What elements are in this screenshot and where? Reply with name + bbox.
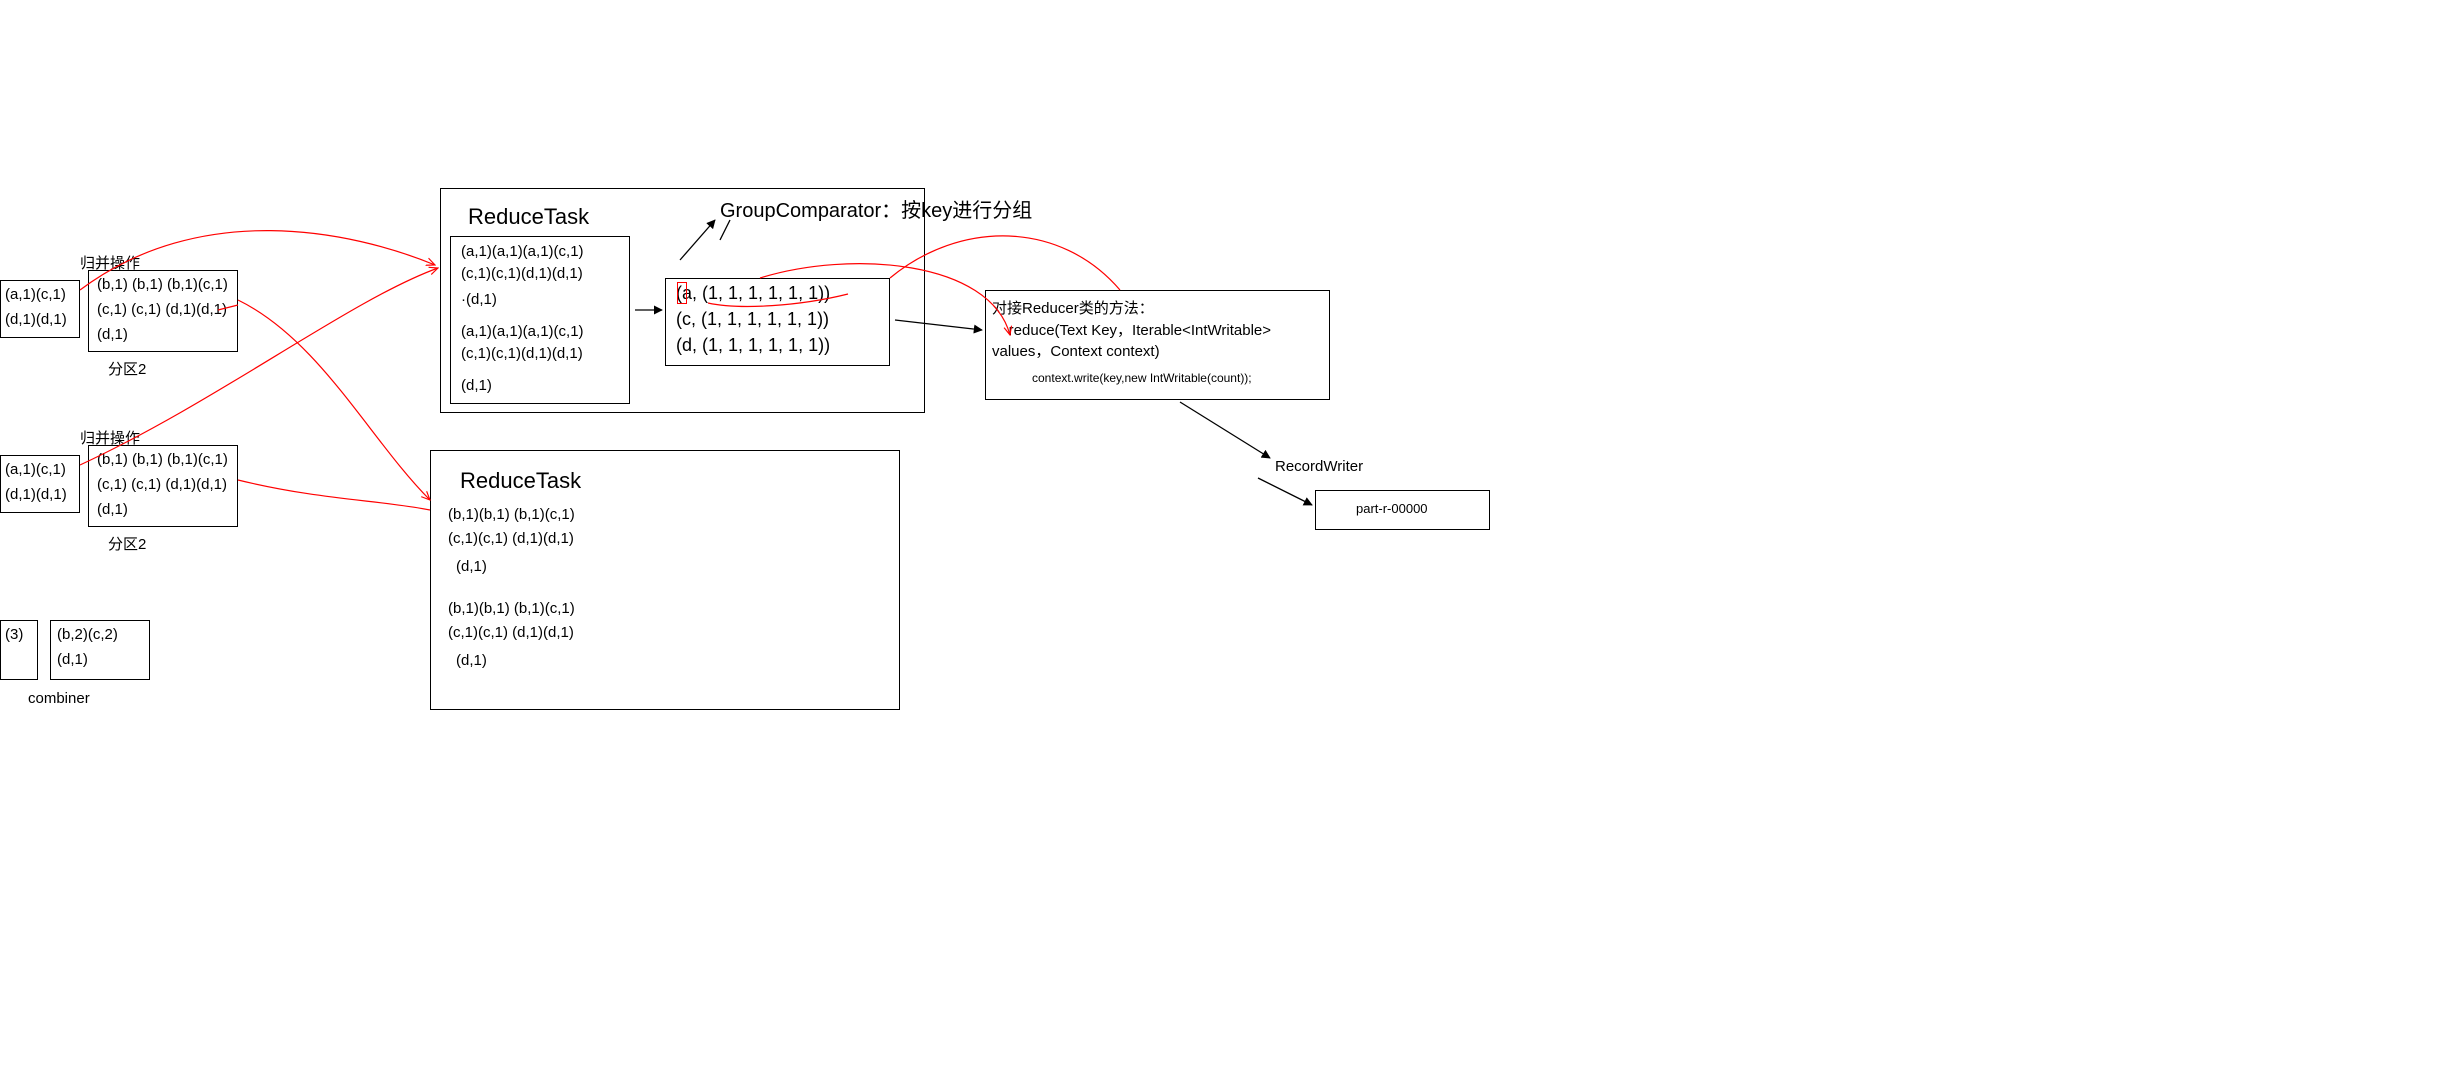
arrows-overlay	[0, 0, 2437, 1077]
arrow-reducermethod-to-recordwriter	[1180, 402, 1270, 458]
kv-text: (a,1)(c,1)	[5, 461, 66, 478]
partition2-box-right: (b,1) (b,1) (b,1)(c,1) (c,1) (c,1) (d,1)…	[88, 445, 238, 527]
group-row: (d, (1, 1, 1, 1, 1, 1))	[676, 335, 830, 356]
kv-text: (d,1)	[97, 326, 128, 343]
kv-text: (d,1)(d,1)	[5, 311, 67, 328]
kv-text: (c,1) (c,1) (d,1)(d,1)	[97, 476, 227, 493]
group-box: (a, (1, 1, 1, 1, 1, 1)) (c, (1, 1, 1, 1,…	[665, 278, 890, 366]
kv-text: (a,1)(a,1)(a,1)(c,1)	[461, 323, 584, 340]
group-row: (a, (1, 1, 1, 1, 1, 1))	[676, 283, 830, 304]
kv-text: (d,1)	[57, 651, 88, 668]
kv-box-left-2: (a,1)(c,1) (d,1)(d,1)	[0, 455, 80, 513]
kv-text: (b,2)(c,2)	[57, 626, 118, 643]
combiner-box-1: (3)	[0, 620, 38, 680]
kv-text: (a,1)(c,1)	[5, 286, 66, 303]
kv-box-left-1: (a,1)(c,1) (d,1)(d,1)	[0, 280, 80, 338]
kv-text: (d,1)	[97, 501, 128, 518]
part-file-label: part-r-00000	[1356, 501, 1428, 516]
reducetask1-title: ReduceTask	[468, 204, 589, 230]
combiner-box-2: (b,2)(c,2) (d,1)	[50, 620, 150, 680]
kv-text: (b,1)(b,1) (b,1)(c,1)	[448, 600, 575, 617]
kv-text: (c,1)(c,1) (d,1)(d,1)	[448, 624, 574, 641]
kv-text: (b,1) (b,1) (b,1)(c,1)	[97, 276, 228, 293]
kv-text: (c,1)(c,1) (d,1)(d,1)	[448, 530, 574, 547]
kv-text: (d,1)	[456, 558, 487, 575]
partition-label-2: 分区2	[108, 533, 146, 554]
kv-text: (c,1) (c,1) (d,1)(d,1)	[97, 301, 227, 318]
kv-text: (c,1)(c,1)(d,1)(d,1)	[461, 265, 583, 282]
combiner-label: combiner	[28, 690, 90, 707]
partition-label-1: 分区2	[108, 358, 146, 379]
arrow-recordwriter-to-partfile	[1258, 478, 1312, 505]
arrow-partition1-to-reduce2	[238, 300, 430, 500]
group-row: (c, (1, 1, 1, 1, 1, 1))	[676, 309, 829, 330]
group-comparator-label: GroupComparator：按key进行分组	[720, 194, 1032, 223]
record-writer-label: RecordWriter	[1275, 458, 1363, 475]
diagram-canvas: (a,1)(c,1) (d,1)(d,1) (b,1) (b,1) (b,1)(…	[0, 0, 2437, 1077]
kv-text: (c,1)(c,1)(d,1)(d,1)	[461, 345, 583, 362]
partition1-box-right: (b,1) (b,1) (b,1)(c,1) (c,1) (c,1) (d,1)…	[88, 270, 238, 352]
kv-text: (d,1)	[461, 377, 492, 394]
kv-text: (d,1)	[456, 652, 487, 669]
kv-text: (a,1)(a,1)(a,1)(c,1)	[461, 243, 584, 260]
reducer-method-body: context.write(key,new IntWritable(count)…	[992, 371, 1252, 385]
reducer-method-title: 对接Reducer类的方法：	[992, 297, 1154, 318]
kv-text: ·(d,1)	[461, 291, 497, 308]
kv-text: (d,1)(d,1)	[5, 486, 67, 503]
part-file-box: part-r-00000	[1315, 490, 1490, 530]
reducer-method-box: 对接Reducer类的方法： reduce(Text Key，Iterable<…	[985, 290, 1330, 400]
reducer-method-sig: reduce(Text Key，Iterable<IntWritable> va…	[992, 319, 1322, 361]
merge-op-label-1: 归并操作	[80, 252, 140, 273]
highlight-box-a	[677, 282, 687, 304]
merge-op-label-2: 归并操作	[80, 427, 140, 448]
reducetask2-title: ReduceTask	[460, 468, 581, 494]
kv-text: (3)	[5, 626, 23, 643]
reducetask1-inner-box: (a,1)(a,1)(a,1)(c,1) (c,1)(c,1)(d,1)(d,1…	[450, 236, 630, 404]
arrow-partition2-to-reduce2	[238, 480, 430, 510]
kv-text: (b,1)(b,1) (b,1)(c,1)	[448, 506, 575, 523]
kv-text: (b,1) (b,1) (b,1)(c,1)	[97, 451, 228, 468]
